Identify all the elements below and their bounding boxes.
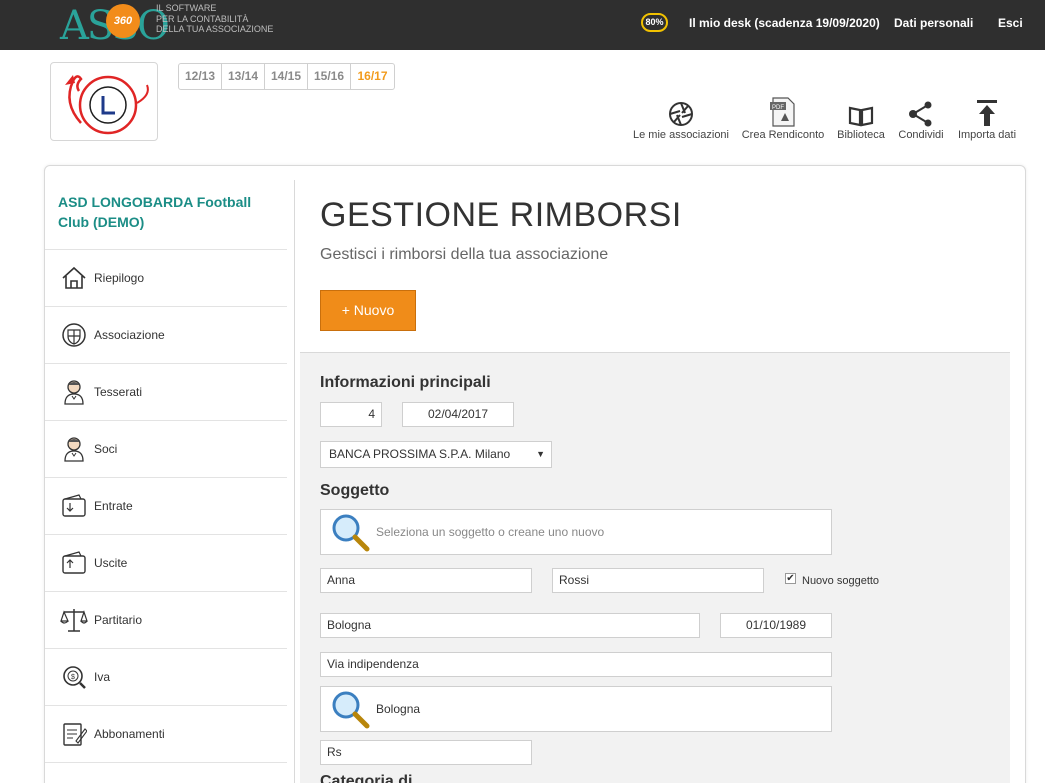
subject-heading: Soggetto	[320, 482, 390, 499]
sidebar-item-label: Uscite	[94, 556, 128, 570]
sidebar-item-soci[interactable]: Soci	[45, 420, 287, 477]
sidebar-item-riepilogo[interactable]: Riepilogo	[45, 249, 287, 306]
year-tab-14-15[interactable]: 14/15	[265, 64, 308, 89]
year-tab-15-16[interactable]: 15/16	[308, 64, 351, 89]
person-icon	[60, 378, 88, 406]
year-tab-12-13[interactable]: 12/13	[179, 64, 222, 89]
birth-place-input[interactable]: Bologna	[320, 613, 700, 638]
sidebar-item-uscite[interactable]: Uscite	[45, 534, 287, 591]
year-tab-16-17[interactable]: 16/17	[351, 64, 394, 89]
sidebar-item-label: Tesserati	[94, 385, 143, 399]
date-input[interactable]: 02/04/2017	[402, 402, 514, 427]
sidebar-item-partitario[interactable]: Partitario	[45, 591, 287, 648]
page-title: GESTIONE RIMBORSI	[320, 196, 682, 234]
tagline: IL SOFTWARE PER LA CONTABILITÀ DELLA TUA…	[156, 3, 274, 34]
my-associations-button[interactable]: Le mie associazioni	[632, 95, 730, 141]
new-subject-checkbox[interactable]: ✔	[785, 573, 796, 584]
number-input[interactable]: 4	[320, 402, 382, 427]
pdf-document-icon: PDF	[770, 97, 795, 127]
dropdown-arrow-icon: ▼	[536, 449, 545, 459]
logout-link[interactable]: Esci	[998, 16, 1023, 30]
sidebar-item-iva[interactable]: $ Iva	[45, 648, 287, 705]
main-info-heading: Informazioni principali	[320, 374, 491, 391]
house-icon	[60, 264, 88, 292]
first-name-input[interactable]: Anna	[320, 568, 532, 593]
bank-select[interactable]: BANCA PROSSIMA S.P.A. Milano ▼	[320, 441, 552, 468]
sidebar-item-abbonamenti[interactable]: Abbonamenti	[45, 705, 287, 762]
magnifier-icon	[332, 691, 370, 729]
subject-search-input[interactable]: Seleziona un soggetto o creane uno nuovo	[320, 509, 832, 555]
address-input[interactable]: Via indipendenza	[320, 652, 832, 677]
person-icon	[60, 435, 88, 463]
sidebar-item-tesserati[interactable]: Tesserati	[45, 363, 287, 420]
my-desk-link[interactable]: Il mio desk (scadenza 19/09/2020)	[689, 16, 880, 30]
notepad-icon	[60, 720, 88, 748]
open-book-icon	[848, 106, 874, 127]
notepad-icon	[60, 777, 88, 783]
aperture-icon	[669, 102, 693, 126]
sidebar-item-label: Soci	[94, 442, 118, 456]
sidebar-item-label: Partitario	[94, 613, 143, 627]
sidebar: ASD LONGOBARDA Football Club (DEMO) Riep…	[45, 180, 295, 783]
club-logo[interactable]	[50, 62, 158, 141]
create-report-button[interactable]: PDF Crea Rendiconto	[740, 95, 826, 141]
sidebar-item-label: Associazione	[94, 328, 165, 342]
last-name-input[interactable]: Rossi	[552, 568, 764, 593]
sidebar-item-entrate[interactable]: Entrate	[45, 477, 287, 534]
province-input[interactable]: Rs	[320, 740, 532, 765]
city-search-input[interactable]: Bologna	[320, 686, 832, 732]
club-crest-icon	[65, 75, 149, 135]
club-name: ASD LONGOBARDA Football Club (DEMO)	[58, 194, 252, 230]
sidebar-item-label: Entrate	[94, 499, 133, 513]
scales-icon	[60, 606, 88, 634]
share-icon	[909, 101, 932, 127]
personal-data-link[interactable]: Dati personali	[894, 16, 973, 30]
svg-text:PDF: PDF	[772, 105, 784, 111]
sidebar-item-associazione[interactable]: Associazione	[45, 306, 287, 363]
year-selector: 12/13 13/14 14/15 15/16 16/17	[178, 63, 395, 90]
new-subject-label: Nuovo soggetto	[802, 575, 880, 587]
wallet-in-icon	[60, 492, 88, 520]
sidebar-item-label: Abbonamenti	[94, 727, 165, 741]
new-reimbursement-button[interactable]: + Nuovo	[320, 290, 416, 331]
next-section-heading: Categoria di ... ... ... ... ...	[320, 773, 502, 783]
sidebar-item-label: Riepilogo	[94, 271, 145, 285]
sidebar-item-next[interactable]	[45, 762, 287, 783]
birth-date-input[interactable]: 01/10/1989	[720, 613, 832, 638]
page-subtitle: Gestisci i rimborsi della tua associazio…	[320, 246, 609, 263]
completion-badge: 80%	[641, 13, 668, 32]
shield-icon	[60, 321, 88, 349]
upload-icon	[977, 100, 997, 126]
coin-search-icon: $	[60, 663, 88, 691]
wallet-out-icon	[60, 549, 88, 577]
logo-badge: 360	[106, 4, 140, 38]
magnifier-icon	[332, 514, 370, 552]
year-tab-13-14[interactable]: 13/14	[222, 64, 265, 89]
library-button[interactable]: Biblioteca	[834, 95, 888, 141]
sidebar-item-label: Iva	[94, 670, 111, 684]
share-button[interactable]: Condividi	[895, 95, 947, 141]
svg-text:$: $	[71, 674, 75, 681]
top-bar: ASSO 360 IL SOFTWARE PER LA CONTABILITÀ …	[0, 0, 1045, 50]
import-data-button[interactable]: Importa dati	[953, 95, 1021, 141]
